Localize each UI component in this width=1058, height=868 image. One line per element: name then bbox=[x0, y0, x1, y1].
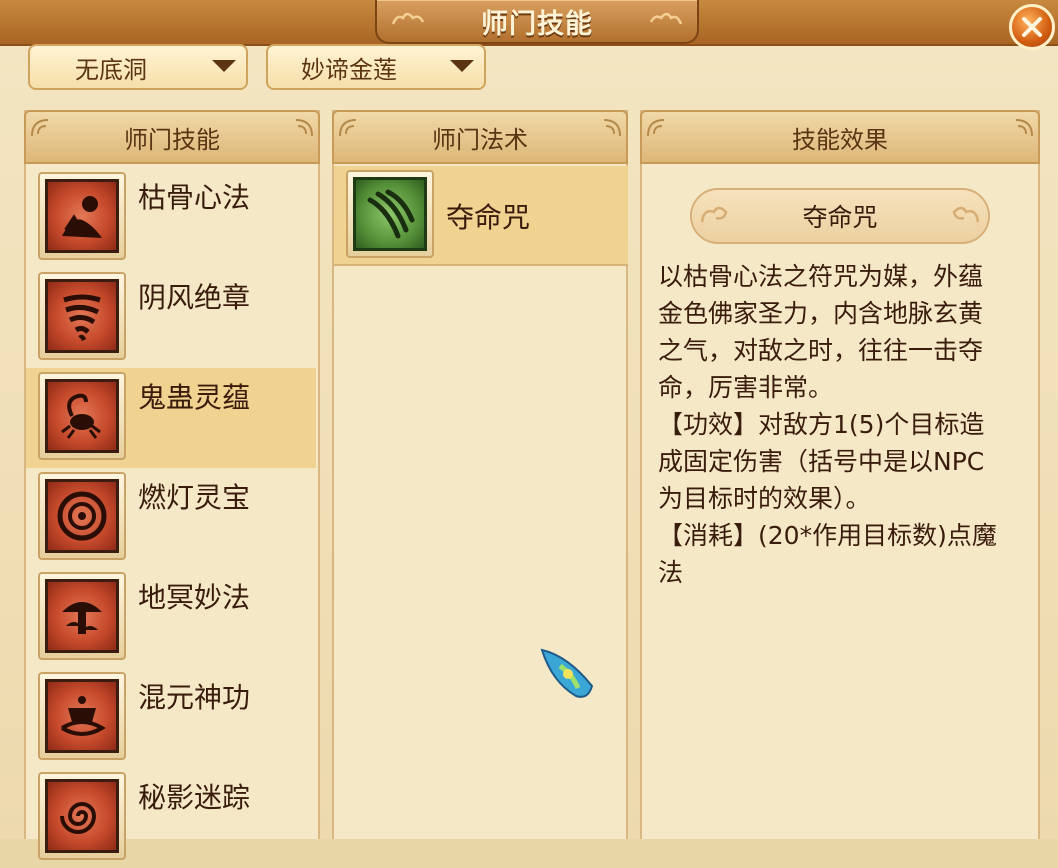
school-dropdown[interactable]: 妙谛金莲 bbox=[266, 44, 486, 90]
sect-dropdown[interactable]: 无底洞 bbox=[28, 44, 248, 90]
skill-label: 枯骨心法 bbox=[138, 181, 251, 214]
effect-panel-title: 技能效果 bbox=[792, 125, 888, 154]
skill-icon-bg bbox=[45, 379, 119, 453]
spell-label: 夺命咒 bbox=[446, 201, 531, 234]
skill-icon-frame bbox=[38, 272, 126, 360]
cloud-ornament-icon bbox=[700, 206, 728, 223]
effect-panel-header: 技能效果 bbox=[640, 110, 1040, 164]
cloud-ornament-icon bbox=[649, 12, 683, 25]
whirlwind-icon bbox=[63, 294, 101, 342]
skill-item-guigu[interactable]: 鬼蛊灵蕴 bbox=[26, 368, 316, 468]
spell-icon-bg bbox=[353, 177, 427, 251]
spiral-icon bbox=[60, 802, 97, 834]
skill-item-randeng[interactable]: 燃灯灵宝 bbox=[26, 468, 316, 568]
corner-ornament-icon bbox=[1015, 119, 1033, 137]
skill-icon-frame bbox=[38, 772, 126, 860]
close-x-icon bbox=[1022, 17, 1042, 37]
skill-label: 燃灯灵宝 bbox=[138, 481, 251, 514]
sect-dropdown-value: 无底洞 bbox=[75, 55, 147, 84]
skill-item-diming[interactable]: 地冥妙法 bbox=[26, 568, 316, 668]
close-button[interactable] bbox=[1009, 4, 1055, 50]
skill-icon-bg bbox=[45, 479, 119, 553]
skill-item-yinfeng[interactable]: 阴风绝章 bbox=[26, 268, 316, 368]
skill-label: 鬼蛊灵蕴 bbox=[138, 381, 251, 414]
skill-icon-bg bbox=[45, 679, 119, 753]
skills-window: 师门技能 无底洞 妙谛金莲 师门技能 枯骨心法 阴风绝章 鬼蛊灵蕴 燃灯灵宝 地… bbox=[0, 0, 1058, 860]
spell-item-duomingzhou[interactable]: 夺命咒 bbox=[334, 166, 628, 266]
title-tab: 师门技能 bbox=[375, 0, 699, 44]
effect-name: 夺命咒 bbox=[802, 203, 878, 232]
skill-icon-frame bbox=[38, 472, 126, 560]
cloud-ornament-icon bbox=[952, 206, 980, 223]
skill-label: 阴风绝章 bbox=[138, 281, 251, 314]
corner-ornament-icon bbox=[647, 119, 665, 137]
spells-panel: 师门法术 夺命咒 bbox=[332, 110, 628, 839]
skill-label: 地冥妙法 bbox=[138, 581, 251, 614]
skull-flower-icon bbox=[62, 196, 102, 238]
claw-marks-icon bbox=[367, 189, 415, 239]
skills-panel-header: 师门技能 bbox=[24, 110, 320, 164]
school-dropdown-value: 妙谛金莲 bbox=[301, 55, 397, 84]
cloud-ornament-icon bbox=[391, 12, 425, 25]
spell-icon-frame bbox=[346, 170, 434, 258]
chevron-down-icon bbox=[212, 60, 236, 72]
skill-label: 混元神功 bbox=[138, 681, 251, 714]
skills-panel-title: 师门技能 bbox=[124, 125, 220, 154]
window-title: 师门技能 bbox=[481, 8, 593, 40]
effect-description: 以枯骨心法之符咒为媒，外蕴 金色佛家圣力，内含地脉玄黄 之气，对敌之时，往往一击… bbox=[658, 262, 997, 587]
corner-ornament-icon bbox=[295, 119, 313, 137]
skill-item-miying[interactable]: 秘影迷踪 bbox=[26, 768, 316, 868]
feather-cursor-icon bbox=[540, 648, 594, 698]
effect-panel: 技能效果 夺命咒 以枯骨心法之符咒为媒，外蕴 金色佛家圣力，内含地脉玄黄 之气，… bbox=[640, 110, 1040, 839]
skill-item-hunyuan[interactable]: 混元神功 bbox=[26, 668, 316, 768]
coin-disc-icon bbox=[57, 491, 107, 541]
skills-panel: 师门技能 枯骨心法 阴风绝章 鬼蛊灵蕴 燃灯灵宝 地冥妙法 混元神功 秘影迷踪 bbox=[24, 110, 320, 860]
skill-icon-bg bbox=[45, 279, 119, 353]
skill-icon-frame bbox=[38, 172, 126, 260]
skill-icon-bg bbox=[45, 179, 119, 253]
mushroom-icon bbox=[62, 602, 102, 634]
skill-icon-frame bbox=[38, 372, 126, 460]
spells-panel-title: 师门法术 bbox=[432, 125, 528, 154]
skill-label: 秘影迷踪 bbox=[138, 781, 251, 814]
corner-ornament-icon bbox=[339, 119, 357, 137]
cauldron-icon bbox=[60, 696, 106, 736]
effect-name-plate: 夺命咒 bbox=[690, 188, 990, 244]
chevron-down-icon bbox=[450, 60, 474, 72]
spells-panel-header: 师门法术 bbox=[332, 110, 628, 164]
corner-ornament-icon bbox=[31, 119, 49, 137]
skill-icon-bg bbox=[45, 579, 119, 653]
skill-icon-frame bbox=[38, 572, 126, 660]
skill-icon-bg bbox=[45, 779, 119, 853]
scorpion-icon bbox=[61, 393, 101, 439]
skill-item-kugu[interactable]: 枯骨心法 bbox=[26, 168, 316, 268]
corner-ornament-icon bbox=[603, 119, 621, 137]
skill-icon-frame bbox=[38, 672, 126, 760]
